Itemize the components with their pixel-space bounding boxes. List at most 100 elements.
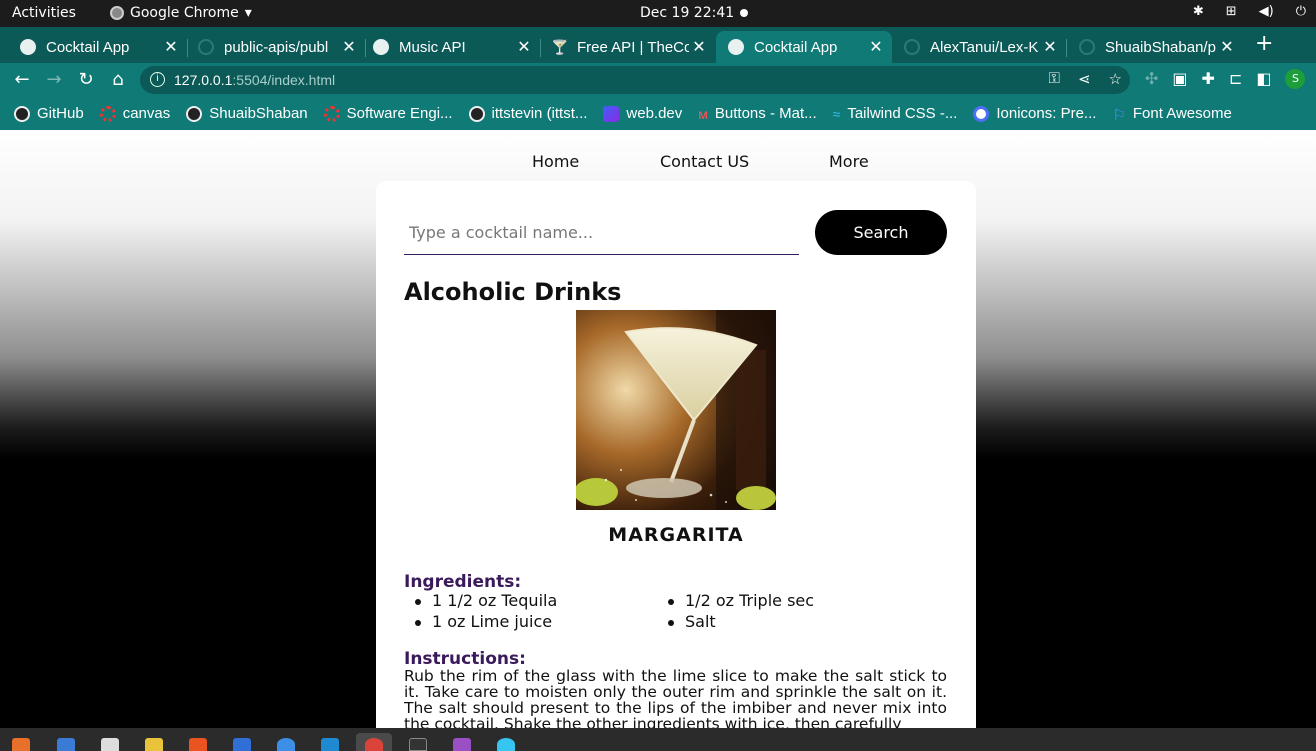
cocktail-icon: 🍸: [551, 39, 569, 55]
star-icon[interactable]: ☆: [1109, 70, 1122, 88]
tab-cocktail-app-1[interactable]: Cocktail App ✕: [12, 31, 188, 63]
thunderbird-icon[interactable]: [57, 738, 75, 751]
flag-icon: ⚐: [1112, 106, 1126, 124]
bookmarks-bar: GitHub canvas ShuaibShaban Software Engi…: [0, 97, 1316, 130]
search-button[interactable]: Search: [815, 210, 947, 255]
bookmark-buttons-material[interactable]: ᴍ Buttons - Mat...: [698, 105, 816, 122]
github-icon: [14, 105, 30, 122]
close-icon[interactable]: ✕: [1217, 37, 1237, 57]
cast-icon[interactable]: ⊏: [1229, 69, 1242, 89]
app-menu[interactable]: Google Chrome ▾: [110, 5, 252, 21]
reload-icon[interactable]: ↻: [75, 69, 97, 90]
bookmark-label: ShuaibShaban: [209, 105, 308, 122]
tab-free-api[interactable]: 🍸 Free API | TheCo ✕: [543, 31, 715, 63]
tab-title: public-apis/publ: [224, 38, 329, 56]
files-icon[interactable]: [101, 738, 119, 751]
bookmark-font-awesome[interactable]: ⚐ Font Awesome: [1112, 105, 1232, 124]
bookmark-canvas[interactable]: canvas: [99, 105, 171, 122]
side-panel-icon[interactable]: ◧: [1256, 69, 1271, 89]
bookmark-ittstevin[interactable]: ittstevin (ittst...: [468, 105, 588, 122]
tab-public-apis[interactable]: public-apis/publ ✕: [190, 31, 366, 63]
url-path: :5504/index.html: [232, 72, 336, 88]
puzzle-icon[interactable]: ✚: [1202, 69, 1215, 89]
nav-home-link[interactable]: Home: [532, 152, 579, 171]
tab-music-api[interactable]: Music API ✕: [365, 31, 541, 63]
help-icon[interactable]: [277, 738, 295, 751]
close-icon[interactable]: ✕: [866, 37, 886, 57]
software-icon[interactable]: [189, 738, 207, 751]
github-icon: [1079, 39, 1095, 55]
ingredient-item: 1 1/2 oz Tequila: [404, 591, 557, 612]
close-icon[interactable]: ✕: [339, 37, 359, 57]
chrome-dock-icon[interactable]: [365, 738, 383, 751]
close-icon[interactable]: ✕: [689, 37, 709, 57]
firefox-icon[interactable]: [12, 738, 30, 751]
system-top-bar: Activities Google Chrome ▾ Dec 19 22:41 …: [0, 0, 1316, 27]
globe-icon: [373, 39, 389, 55]
drink-image: [576, 310, 776, 510]
key-icon[interactable]: ⚿: [1049, 70, 1060, 88]
new-tab-button[interactable]: +: [1255, 31, 1273, 56]
bookmark-label: Software Engi...: [346, 105, 453, 122]
profile-avatar[interactable]: S: [1285, 69, 1306, 89]
tab-alextanui[interactable]: AlexTanui/Lex-K ✕: [896, 31, 1067, 63]
nav-contact-link[interactable]: Contact US: [660, 152, 749, 171]
address-bar[interactable]: i 127.0.0.1:5504/index.html ⚿ ⋖ ☆: [140, 66, 1130, 94]
url-text[interactable]: 127.0.0.1:5504/index.html: [174, 72, 335, 88]
github-icon: [468, 105, 485, 122]
tab-cocktail-app-active[interactable]: Cocktail App ✕: [716, 31, 892, 63]
terminal-icon[interactable]: [409, 738, 427, 751]
share-icon[interactable]: ⋖: [1078, 70, 1091, 88]
bookmark-label: Buttons - Mat...: [714, 105, 817, 122]
close-icon[interactable]: ✕: [514, 37, 534, 57]
section-title: Alcoholic Drinks: [404, 278, 622, 306]
network-icon[interactable]: ⊞: [1226, 4, 1237, 19]
clock[interactable]: Dec 19 22:41: [640, 5, 734, 21]
bookmark-label: canvas: [122, 105, 171, 122]
slack-tray-icon[interactable]: ✱: [1193, 4, 1204, 19]
canvas-icon: [99, 105, 116, 122]
ionicons-icon: [973, 105, 990, 122]
bookmark-software-eng[interactable]: Software Engi...: [323, 105, 453, 122]
volume-icon[interactable]: ◀): [1259, 4, 1274, 19]
power-icon[interactable]: ⏻: [1296, 4, 1306, 19]
activities-button[interactable]: Activities: [12, 5, 76, 21]
nav-more-link[interactable]: More: [829, 152, 869, 171]
globe-icon: [20, 39, 36, 55]
video-icon[interactable]: [453, 738, 471, 751]
bookmark-label: Font Awesome: [1132, 105, 1232, 122]
rhythmbox-icon[interactable]: [145, 738, 163, 751]
site-info-icon[interactable]: i: [150, 72, 165, 87]
bookmark-tailwind[interactable]: ≈ Tailwind CSS -...: [833, 105, 958, 122]
back-icon[interactable]: ←: [11, 69, 33, 90]
margarita-photo: [576, 310, 776, 510]
bookmark-ionicons[interactable]: Ionicons: Pre...: [973, 105, 1096, 122]
bookmark-shuaibshaban[interactable]: ShuaibShaban: [186, 105, 308, 122]
bookmark-github[interactable]: GitHub: [14, 105, 84, 122]
libreoffice-icon[interactable]: [233, 738, 251, 751]
bookmark-webdev[interactable]: web.dev: [603, 105, 682, 122]
taskbar-dock: [0, 728, 1316, 751]
vscode-icon[interactable]: [321, 738, 339, 751]
tab-title: ShuaibShaban/p: [1105, 38, 1216, 56]
tab-title: AlexTanui/Lex-K: [930, 38, 1039, 56]
instructions-text: Rub the rim of the glass with the lime s…: [404, 667, 947, 728]
browser-toolbar: ← → ↻ ⌂ i 127.0.0.1:5504/index.html ⚿ ⋖ …: [0, 63, 1316, 97]
notification-dot-icon: [740, 9, 748, 17]
url-host: 127.0.0.1: [174, 72, 233, 88]
ingredients-list-left: 1 1/2 oz Tequila 1 oz Lime juice: [404, 591, 557, 633]
home-icon[interactable]: ⌂: [107, 69, 129, 90]
page-viewport: Home Contact US More Search Alcoholic Dr…: [0, 130, 1316, 728]
forward-icon[interactable]: →: [43, 69, 65, 90]
close-icon[interactable]: ✕: [161, 37, 181, 57]
extension-dim-icon[interactable]: ✣: [1145, 69, 1158, 89]
slack-icon[interactable]: [497, 738, 515, 751]
cocktail-search-input[interactable]: [404, 211, 799, 255]
bookmark-label: ittstevin (ittst...: [491, 105, 588, 122]
extension-icon[interactable]: ▣: [1172, 69, 1187, 89]
close-icon[interactable]: ✕: [1040, 37, 1060, 57]
system-tray[interactable]: ✱ ⊞ ◀) ⏻: [1193, 4, 1306, 19]
tab-title: Music API: [399, 38, 466, 56]
tab-shuaibshaban[interactable]: ShuaibShaban/p ✕: [1071, 31, 1243, 63]
canvas-icon: [323, 105, 340, 122]
